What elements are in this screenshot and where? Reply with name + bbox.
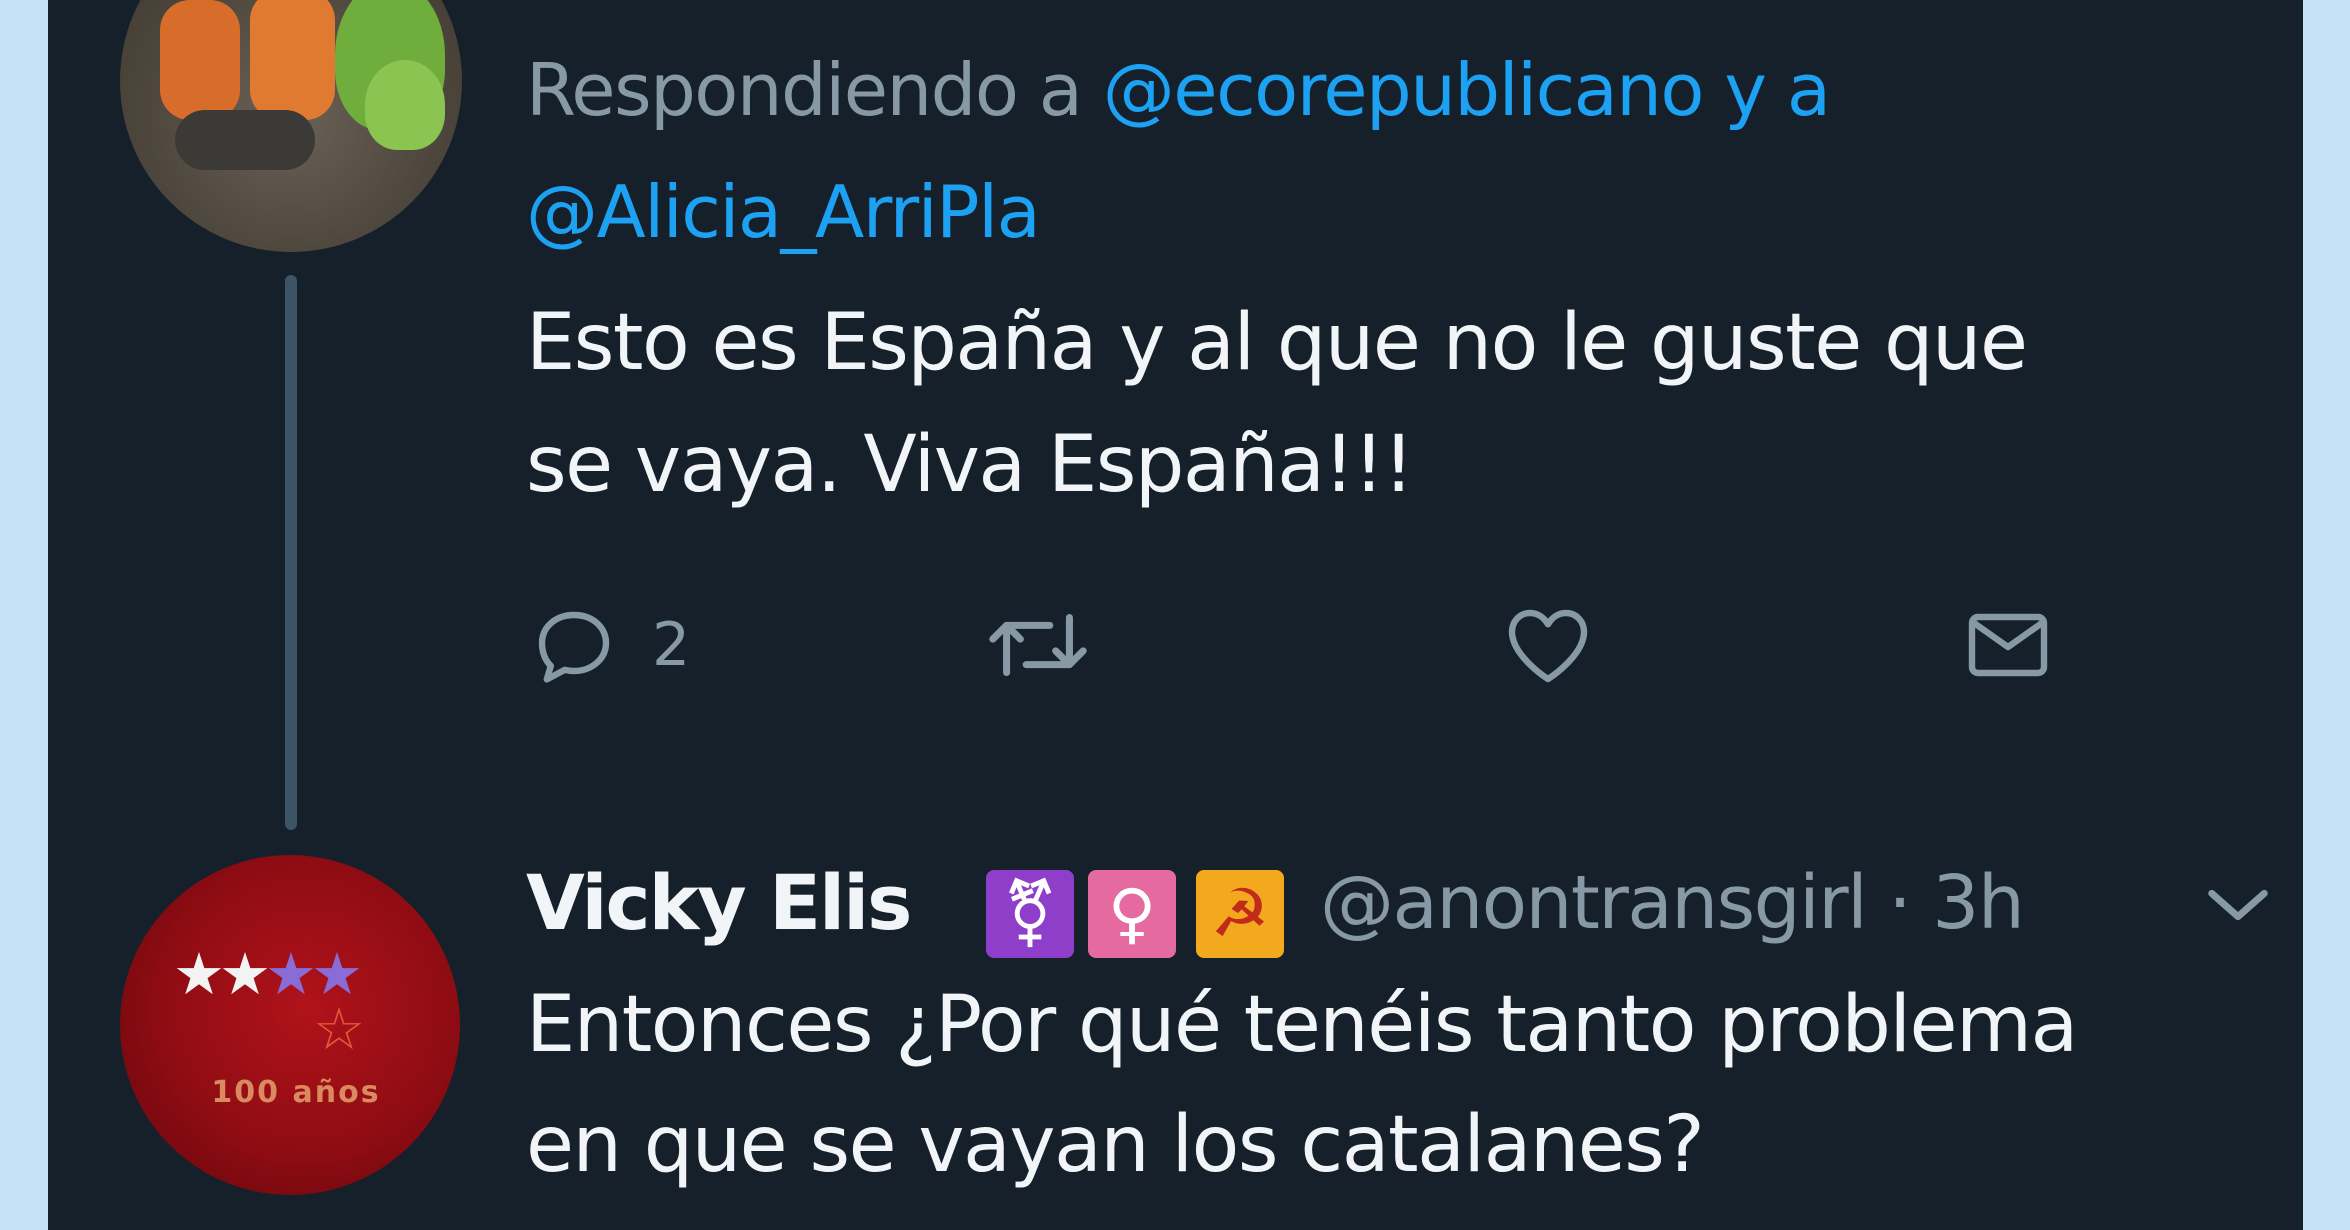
avatar-star-emblem: ☆	[313, 995, 365, 1063]
thread-connector-line	[285, 275, 297, 830]
replying-to-label: Respondiendo a	[526, 48, 1103, 132]
mention-link-alicia[interactable]: @Alicia_ArriPla	[526, 170, 1041, 254]
chevron-down-icon	[2208, 889, 2268, 921]
mention-link-ecorepublicano[interactable]: @ecorepublicano	[1103, 48, 1705, 132]
replying-to-line-2: @Alicia_ArriPla	[526, 170, 1041, 254]
tweet-body-line: Esto es España y al que no le guste que	[526, 298, 2028, 388]
tweet-thread-panel: Respondiendo a @ecorepublicano y a @Alic…	[48, 0, 2303, 1230]
display-name[interactable]: Vicky Elis	[526, 858, 912, 947]
replying-to-joiner: y a	[1702, 48, 1831, 132]
tweet-body-line: se vaya. Viva España!!!	[526, 420, 1414, 510]
tweet-timestamp[interactable]: · 3h	[1888, 860, 2025, 946]
transgender-symbol-icon: ⚧	[986, 870, 1074, 958]
avatar-figure	[160, 0, 240, 120]
avatar-motto-text: 100 años	[211, 1075, 381, 1110]
avatar-figure	[250, 0, 335, 120]
like-button[interactable]	[1498, 590, 1598, 700]
retweet-button[interactable]	[983, 590, 1093, 700]
tweet-body-line: en que se vayan los catalanes?	[526, 1100, 1705, 1190]
reply-button[interactable]: 2	[526, 590, 690, 700]
hammer-sickle-icon: ☭	[1196, 870, 1284, 958]
female-symbol-icon: ♀	[1088, 870, 1176, 958]
direct-message-icon	[1968, 613, 2048, 677]
replying-to-line: Respondiendo a @ecorepublicano y a	[526, 48, 1831, 132]
more-options-button[interactable]	[2203, 880, 2273, 934]
reply-count: 2	[652, 610, 691, 680]
tweet-body-line: Entonces ¿Por qué tenéis tanto problema	[526, 980, 2078, 1070]
reply-icon	[538, 611, 610, 683]
avatar-foliage	[365, 60, 445, 150]
retweet-icon	[989, 613, 1087, 677]
user-handle[interactable]: @anontransgirl	[1320, 860, 1868, 946]
user-avatar-top[interactable]	[120, 0, 462, 252]
tweet-meta: @anontransgirl · 3h	[1320, 860, 2025, 946]
like-icon	[1508, 609, 1588, 683]
user-avatar-vicky[interactable]	[120, 855, 460, 1195]
avatar-figure	[175, 110, 315, 170]
direct-message-button[interactable]	[1958, 590, 2058, 700]
